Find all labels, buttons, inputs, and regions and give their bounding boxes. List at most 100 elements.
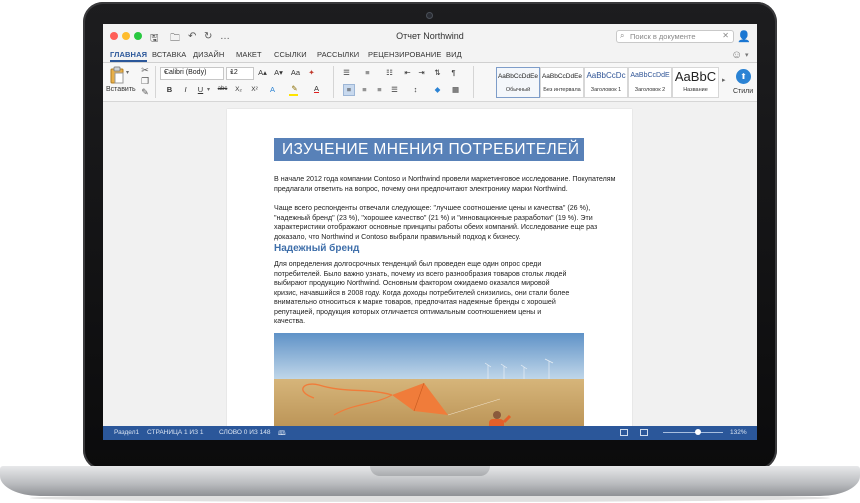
font-size-select[interactable]: 12 ▾ — [226, 67, 254, 80]
chevron-down-icon: ▾ — [164, 70, 168, 76]
zoom-slider[interactable] — [663, 432, 723, 433]
tab-view[interactable]: ВИД — [446, 50, 462, 59]
status-word-count[interactable]: СЛОВО 0 ИЗ 148 — [219, 429, 270, 436]
separator — [155, 66, 156, 98]
tab-home[interactable]: ГЛАВНАЯ — [110, 50, 148, 62]
style-name: Без интервала — [543, 87, 581, 93]
superscript-icon[interactable]: X² — [249, 84, 260, 95]
show-formatting-icon[interactable]: ¶ — [448, 67, 459, 78]
title-bar: 🖫 🗀 ↶ ↻ … Отчет Northwind ⌕ Поиск в доку… — [103, 24, 757, 48]
shrink-font-icon[interactable]: A▾ — [273, 67, 284, 78]
text-effects-icon[interactable]: A — [267, 84, 278, 95]
status-page-count[interactable]: СТРАНИЦА 1 ИЗ 1 — [147, 429, 203, 436]
bold-icon[interactable]: B — [164, 84, 175, 95]
decrease-indent-icon[interactable]: ⇤ — [402, 67, 413, 78]
proofing-book-icon[interactable]: 🕮 — [278, 429, 286, 440]
cut-icon[interactable]: ✂ — [140, 65, 150, 76]
chevron-down-icon[interactable]: ▾ — [207, 86, 210, 93]
style-sample: AaBbCcDdEe — [497, 73, 539, 80]
change-case-icon[interactable]: Aa — [290, 67, 301, 78]
bullets-icon[interactable]: ☰ — [341, 67, 352, 78]
photo-kite-field[interactable] — [274, 333, 584, 440]
tab-insert[interactable]: ВСТАВКА — [152, 50, 186, 59]
style-sample: AaBbC — [674, 69, 717, 84]
align-center-icon[interactable]: ≡ — [359, 84, 370, 95]
style-no-spacing[interactable]: AaBbCcDdEe Без интервала — [540, 67, 584, 98]
paste-button-label[interactable]: Вставить — [106, 86, 136, 93]
print-layout-view-icon[interactable] — [620, 429, 628, 436]
tab-design[interactable]: ДИЗАЙН — [193, 50, 224, 59]
style-heading-1[interactable]: AaBbCcDc Заголовок 1 — [584, 67, 628, 98]
borders-icon[interactable]: ▦ — [450, 84, 461, 95]
style-heading-2[interactable]: AaBbCcDdE Заголовок 2 — [628, 67, 672, 98]
subscript-icon[interactable]: X₂ — [233, 84, 244, 95]
style-title[interactable]: AaBbC Название — [672, 67, 719, 98]
styles-pane-icon[interactable]: ⬆ — [736, 69, 751, 84]
paste-options-chevron-icon[interactable]: ▾ — [126, 69, 129, 76]
feedback-smiley-icon[interactable]: ☺ — [731, 49, 742, 61]
status-bar: Раздел1 СТРАНИЦА 1 ИЗ 1 СЛОВО 0 ИЗ 148 🕮… — [103, 426, 757, 440]
zoom-level[interactable]: 132% — [730, 429, 747, 436]
chevron-down-icon[interactable]: ▾ — [745, 51, 749, 59]
line-spacing-icon[interactable]: ↕ — [410, 84, 421, 95]
style-name: Заголовок 1 — [590, 87, 622, 93]
camera-icon — [426, 12, 433, 19]
highlight-icon[interactable]: ✎ — [289, 83, 300, 94]
web-layout-view-icon[interactable] — [640, 429, 648, 436]
tab-review[interactable]: РЕЦЕНЗИРОВАНИЕ — [368, 50, 442, 59]
format-painter-icon[interactable]: ✎ — [140, 87, 150, 98]
share-person-icon[interactable]: 👤 — [737, 30, 751, 43]
document-page[interactable]: ИЗУЧЕНИЕ МНЕНИЯ ПОТРЕБИТЕЛЕЙ В начале 20… — [227, 109, 632, 440]
more-styles-arrow-icon[interactable]: ▸ — [722, 76, 726, 84]
align-left-icon[interactable]: ≡ — [343, 84, 355, 96]
laptop-notch — [370, 466, 490, 476]
highlight-color-swatch — [289, 94, 298, 96]
search-placeholder: Поиск в документе — [630, 32, 696, 41]
ribbon: ▾ Вставить ✂ ❐ ✎ Calibri (Body) ▾ 12 ▾ A… — [103, 63, 757, 102]
tab-references[interactable]: ССЫЛКИ — [274, 50, 307, 59]
style-sample: AaBbCcDdEe — [541, 73, 583, 80]
style-name: Название — [683, 87, 708, 93]
document-heading[interactable]: ИЗУЧЕНИЕ МНЕНИЯ ПОТРЕБИТЕЛЕЙ — [274, 138, 584, 161]
shading-icon[interactable]: ◆ — [432, 84, 443, 95]
style-sample: AaBbCcDdE — [630, 72, 670, 79]
status-section[interactable]: Раздел1 — [114, 429, 139, 436]
clipboard-tools: ✂ ❐ ✎ — [140, 65, 150, 98]
ribbon-tabs: ГЛАВНАЯ ВСТАВКА ДИЗАЙН МАКЕТ ССЫЛКИ РАСС… — [103, 48, 757, 63]
style-name: Обычный — [505, 87, 531, 93]
search-box[interactable]: ⌕ Поиск в документе ✕ — [616, 30, 734, 43]
clear-search-icon[interactable]: ✕ — [722, 31, 729, 40]
separator — [333, 66, 334, 98]
align-right-icon[interactable]: ≡ — [374, 84, 385, 95]
chevron-down-icon: ▾ — [230, 70, 234, 76]
grow-font-icon[interactable]: A▴ — [257, 67, 268, 78]
search-icon: ⌕ — [620, 31, 625, 40]
clear-formatting-icon[interactable]: ✦ — [306, 67, 317, 78]
paragraph[interactable]: В начале 2012 года компании Contoso и No… — [274, 175, 624, 194]
document-subheading[interactable]: Надежный бренд — [274, 243, 359, 254]
strikethrough-icon[interactable]: abc — [217, 84, 228, 95]
font-name-select[interactable]: Calibri (Body) ▾ — [160, 67, 224, 80]
increase-indent-icon[interactable]: ⇥ — [416, 67, 427, 78]
multilevel-list-icon[interactable]: ☷ — [384, 67, 395, 78]
clipboard-icon[interactable] — [110, 66, 124, 84]
style-name: Заголовок 2 — [634, 87, 666, 93]
justify-icon[interactable]: ☰ — [389, 84, 400, 95]
style-sample: AaBbCcDc — [586, 71, 626, 80]
underline-icon[interactable]: U — [195, 84, 206, 95]
copy-icon[interactable]: ❐ — [140, 76, 150, 87]
zoom-slider-handle[interactable] — [695, 429, 701, 435]
numbering-icon[interactable]: ≡ — [362, 67, 373, 78]
sort-icon[interactable]: ⇅ — [432, 67, 443, 78]
font-color-icon[interactable]: A — [311, 83, 322, 94]
style-normal[interactable]: AaBbCcDdEe Обычный — [496, 67, 540, 98]
separator — [473, 66, 474, 98]
document-canvas[interactable]: ИЗУЧЕНИЕ МНЕНИЯ ПОТРЕБИТЕЛЕЙ В начале 20… — [103, 102, 757, 440]
paragraph[interactable]: Для определения долгосрочных тенденций б… — [274, 260, 574, 327]
paragraph[interactable]: Чаще всего респонденты отвечали следующе… — [274, 204, 624, 242]
screen: 🖫 🗀 ↶ ↻ … Отчет Northwind ⌕ Поиск в доку… — [103, 24, 757, 440]
tab-mailings[interactable]: РАССЫЛКИ — [317, 50, 359, 59]
italic-icon[interactable]: I — [180, 84, 191, 95]
tab-layout[interactable]: МАКЕТ — [236, 50, 262, 59]
styles-pane-label[interactable]: Стили — [733, 88, 753, 95]
